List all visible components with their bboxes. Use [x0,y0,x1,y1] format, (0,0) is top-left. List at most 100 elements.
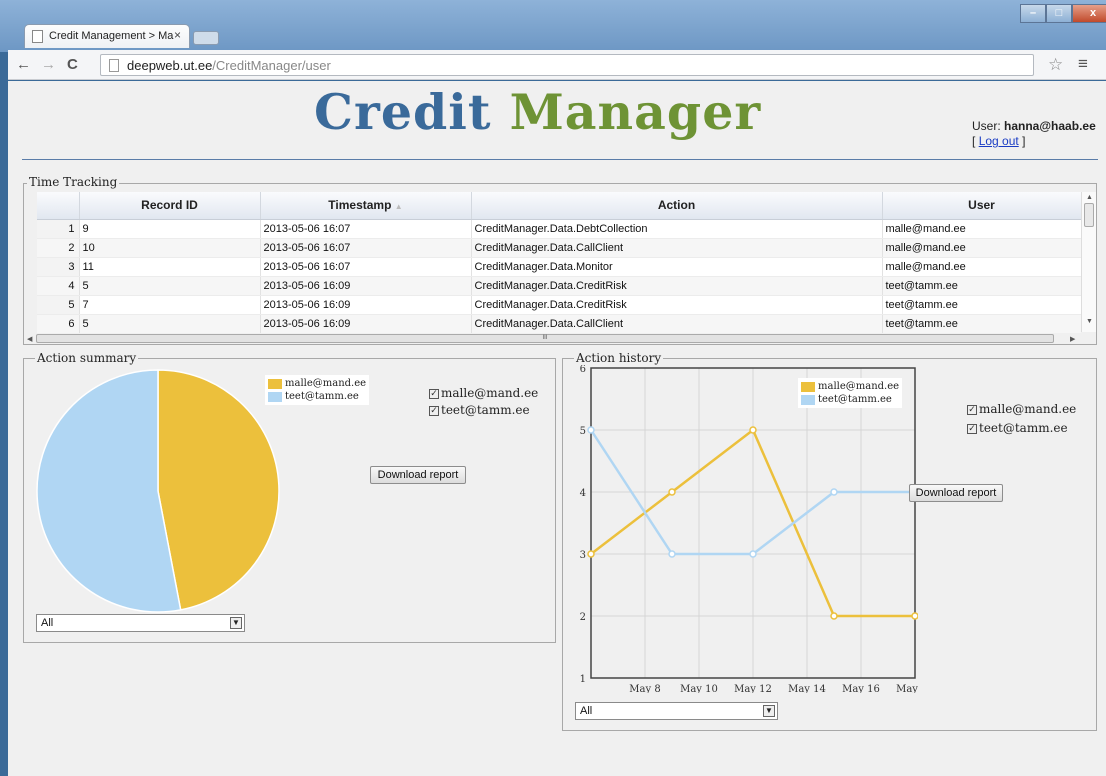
tab-close-icon[interactable]: × [174,28,181,42]
maximize-button[interactable]: □ [1046,4,1072,23]
page-icon [32,30,43,43]
table-row[interactable]: 5 7 2013-05-06 16:09 CreditManager.Data.Cre… [37,295,1081,315]
legend-label: malle@mand.ee [285,378,367,389]
table-row[interactable]: 1 9 2013-05-06 16:07 CreditManager.Data.Deb… [37,219,1081,239]
table-row[interactable]: 2 10 2013-05-06 16:07 CreditManager.Data.Ca… [37,238,1081,258]
user-email: hanna@haab.ee [1004,119,1096,133]
record-id-cell: 7 [79,295,261,315]
row-number: 5 [37,295,80,315]
history-filter-malle[interactable]: ✓ malle@mand.ee [967,402,1076,416]
action-cell: CreditManager.Data.Monitor [471,257,883,277]
scroll-up-arrow-icon[interactable]: ▲ [1086,194,1093,201]
data-point [668,550,676,558]
logo-credit: Credit [314,83,492,141]
data-point [911,612,918,620]
action-history-title: Action history [574,351,664,365]
action-cell: CreditManager.Data.DebtCollection [471,219,883,239]
user-cell: malle@mand.ee [882,238,1081,258]
scroll-left-arrow-icon[interactable]: ◀ [27,335,32,343]
grid-vertical-scrollbar[interactable]: ▲ ▼ [1081,192,1096,332]
y-tick-label: 1 [580,674,586,685]
grid-horizontal-scrollbar[interactable]: ◀ III ▶ [24,333,1081,344]
scroll-thumb[interactable]: III [36,334,1054,343]
close-window-button[interactable]: x [1072,4,1106,23]
bracket-close: ] [1022,134,1026,148]
x-tick-label: May 12 [734,684,772,693]
history-filter-teet[interactable]: ✓ teet@tamm.ee [967,421,1068,435]
page-content: Credit Manager User: hanna@haab.ee [ Log… [8,81,1106,776]
checkbox-checked-icon[interactable]: ✓ [967,423,977,434]
column-header-sorted[interactable]: Timestamp ▲ [260,192,472,220]
scroll-down-arrow-icon[interactable]: ▼ [1086,318,1093,325]
legend-label: teet@tamm.ee [285,391,359,402]
row-number: 2 [37,238,80,258]
sort-asc-icon: ▲ [394,202,403,212]
action-cell: CreditManager.Data.CallClient [471,238,883,258]
timestamp-cell: 2013-05-06 16:09 [260,314,472,334]
x-tick-label: May 18 [896,684,918,693]
history-download-button[interactable]: Download report [909,484,1003,502]
column-header[interactable]: User [882,192,1081,220]
app-logo: Credit Manager [314,83,761,141]
logout-link[interactable]: Log out [979,134,1019,148]
data-point [830,488,838,496]
chevron-down-icon[interactable]: ▼ [230,617,242,629]
back-arrow-icon[interactable]: ← [16,56,31,73]
scroll-thumb[interactable] [1084,203,1094,227]
history-filter-select[interactable]: All ▼ [575,702,778,720]
record-id-cell: 5 [79,314,261,334]
y-tick-label: 3 [580,550,586,561]
timestamp-cell: 2013-05-06 16:09 [260,295,472,315]
y-tick-label: 5 [580,426,586,437]
table-row[interactable]: 3 11 2013-05-06 16:07 CreditManager.Data.Mo… [37,257,1081,277]
action-history-line-chart: 1 2 3 4 5 6 May 8 May 10 May 12 May 14 May 16 May 1… [580,365,918,693]
summary-filter-malle[interactable]: ✓ malle@mand.ee [429,386,538,400]
new-tab-button[interactable] [193,31,219,45]
summary-filter-teet[interactable]: ✓ teet@tamm.ee [429,403,530,417]
forward-arrow-icon[interactable]: → [41,56,56,73]
time-tracking-title: Time Tracking [27,175,120,189]
bookmark-star-icon[interactable]: ☆ [1048,55,1063,75]
checkbox-checked-icon[interactable]: ✓ [429,405,439,416]
legend-label: teet@tamm.ee [818,394,892,405]
table-row[interactable]: 6 5 2013-05-06 16:09 CreditManager.Data.Cal… [37,314,1081,334]
minimize-button[interactable]: – [1020,4,1046,23]
legend-item: malle@mand.ee [268,377,366,390]
column-header[interactable]: Action [471,192,883,220]
reload-icon[interactable]: C [67,56,78,73]
action-cell: CreditManager.Data.CreditRisk [471,295,883,315]
legend-item: teet@tamm.ee [268,390,366,403]
checkbox-checked-icon[interactable]: ✓ [429,388,439,399]
row-number: 3 [37,257,80,277]
data-point [668,488,676,496]
pie-slice [157,369,280,611]
summary-filter-select[interactable]: All ▼ [36,614,245,632]
header-divider [22,159,1098,160]
url-path: /CreditManager/user [212,58,331,73]
scroll-right-arrow-icon[interactable]: ▶ [1070,335,1075,343]
bracket-open: [ [972,134,976,148]
data-point [587,550,595,558]
data-point [830,612,838,620]
grid-header-row: Record ID Timestamp ▲ Action User [37,192,1081,220]
pie-legend: malle@mand.ee teet@tamm.ee [265,375,370,405]
row-number: 4 [37,276,80,296]
column-header-label: Timestamp [328,198,392,213]
browser-tab[interactable]: Credit Management > Ma × [24,24,190,48]
logo-manager: Manager [509,83,762,141]
checkbox-label: malle@mand.ee [441,386,539,400]
table-row[interactable]: 4 5 2013-05-06 16:09 CreditManager.Data.Cre… [37,276,1081,296]
column-header[interactable]: Record ID [79,192,261,220]
action-cell: CreditManager.Data.CreditRisk [471,276,883,296]
summary-download-button[interactable]: Download report [370,466,466,484]
browser-toolbar: ← → C deepweb.ut.ee/CreditManager/user ☆… [8,50,1106,80]
y-tick-label: 4 [580,488,586,499]
user-cell: teet@tamm.ee [882,314,1081,334]
address-bar[interactable]: deepweb.ut.ee/CreditManager/user [100,54,1034,76]
action-summary-title: Action summary [35,351,139,365]
record-id-cell: 11 [79,257,261,277]
chevron-down-icon[interactable]: ▼ [763,705,775,717]
menu-icon[interactable]: ≡ [1078,54,1088,74]
checkbox-checked-icon[interactable]: ✓ [967,404,977,415]
select-value: All [41,617,54,629]
